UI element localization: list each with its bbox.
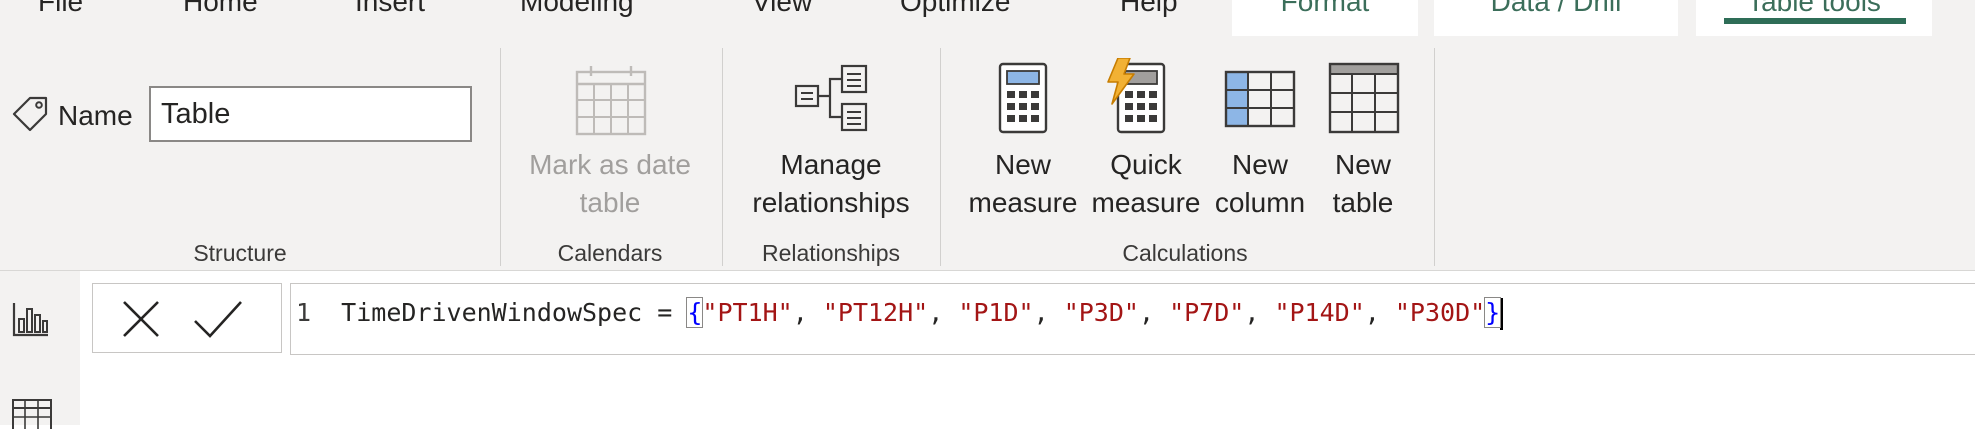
manage-relationships-label-2: relationships [752,187,910,218]
value-token: "P14D" [1274,298,1365,327]
separator-token: , [928,298,959,327]
tab-view[interactable]: View [752,0,812,18]
name-label: Name [58,100,133,131]
calculator-icon [998,62,1048,139]
tab-data-drill-label: Data / Drill [1490,0,1622,17]
new-table-label-1: New [1334,149,1391,180]
value-token: "P3D" [1063,298,1139,327]
mark-as-date-table-label-2: table [579,187,641,218]
quick-measure-label-2: measure [1091,187,1201,218]
open-brace-token: { [686,297,704,328]
formula-bar-actions [92,283,282,353]
new-column-label-2: column [1214,187,1306,218]
separator-token: , [1138,298,1170,327]
formula-line: 1 TimeDrivenWindowSpec = {"PT1H", "PT12H… [296,297,1504,330]
ribbon-tab-bar: File Home Insert Modeling View Optimize … [0,0,1975,38]
group-separator [500,48,501,266]
separator-token: , [792,298,823,327]
calendar-icon [575,66,647,141]
tab-insert[interactable]: Insert [355,0,425,18]
formula-editor[interactable]: 1 TimeDrivenWindowSpec = {"PT1H", "PT12H… [290,283,1975,355]
value-token: "PT1H" [702,298,793,327]
tab-home[interactable]: Home [183,0,258,18]
x-icon[interactable] [121,299,161,344]
group-label-relationships: Relationships [761,240,901,266]
separator-token: , [1364,298,1395,327]
tab-help[interactable]: Help [1120,0,1178,18]
value-token: "P1D" [958,298,1034,327]
value-token: "PT12H" [822,298,929,327]
tab-format-label: Format [1280,0,1370,17]
value-token: "P7D" [1169,298,1245,327]
group-separator [940,48,941,266]
group-label-calendars: Calendars [557,240,663,266]
tab-file[interactable]: File [38,0,83,18]
new-table-icon [1328,62,1400,139]
check-icon[interactable] [193,299,243,344]
new-measure-label-1: New [994,149,1051,180]
quick-measure-icon [1104,57,1168,139]
relationships-icon [794,62,868,139]
tab-optimize[interactable]: Optimize [900,0,1010,18]
table-grid-icon[interactable] [12,399,52,434]
tab-data-drill[interactable]: Data / Drill [1434,0,1678,36]
mark-as-date-table-label-1: Mark as date [529,149,691,180]
manage-relationships-label-1: Manage [780,149,882,180]
separator-token: , [1033,298,1064,327]
value-token: "P30D" [1394,298,1486,327]
text-caret [1500,298,1504,330]
bar-chart-icon[interactable] [12,301,50,342]
tab-modeling[interactable]: Modeling [520,0,634,18]
tab-table-tools[interactable]: Table tools [1696,0,1932,36]
group-label-structure: Structure [193,240,287,266]
new-measure-label-2: measure [968,187,1078,218]
close-brace-token: } [1484,297,1502,328]
active-tab-indicator [1724,18,1906,24]
tag-icon [10,94,50,139]
view-switcher [0,271,80,431]
equals-token: = [642,298,688,327]
group-separator [722,48,723,266]
new-column-label-1: New [1231,149,1288,180]
new-column-icon [1224,70,1296,133]
line-number: 1 [296,298,312,327]
tab-table-tools-label: Table tools [1747,0,1881,17]
tab-format[interactable]: Format [1232,0,1418,36]
group-separator [1434,48,1435,266]
group-label-calculations: Calculations [1122,240,1248,266]
table-name-token: TimeDrivenWindowSpec [341,298,643,327]
table-name-input[interactable]: Table [149,86,472,142]
new-table-label-2: table [1332,187,1394,218]
quick-measure-label-1: Quick [1110,149,1182,180]
separator-token: , [1244,298,1275,327]
